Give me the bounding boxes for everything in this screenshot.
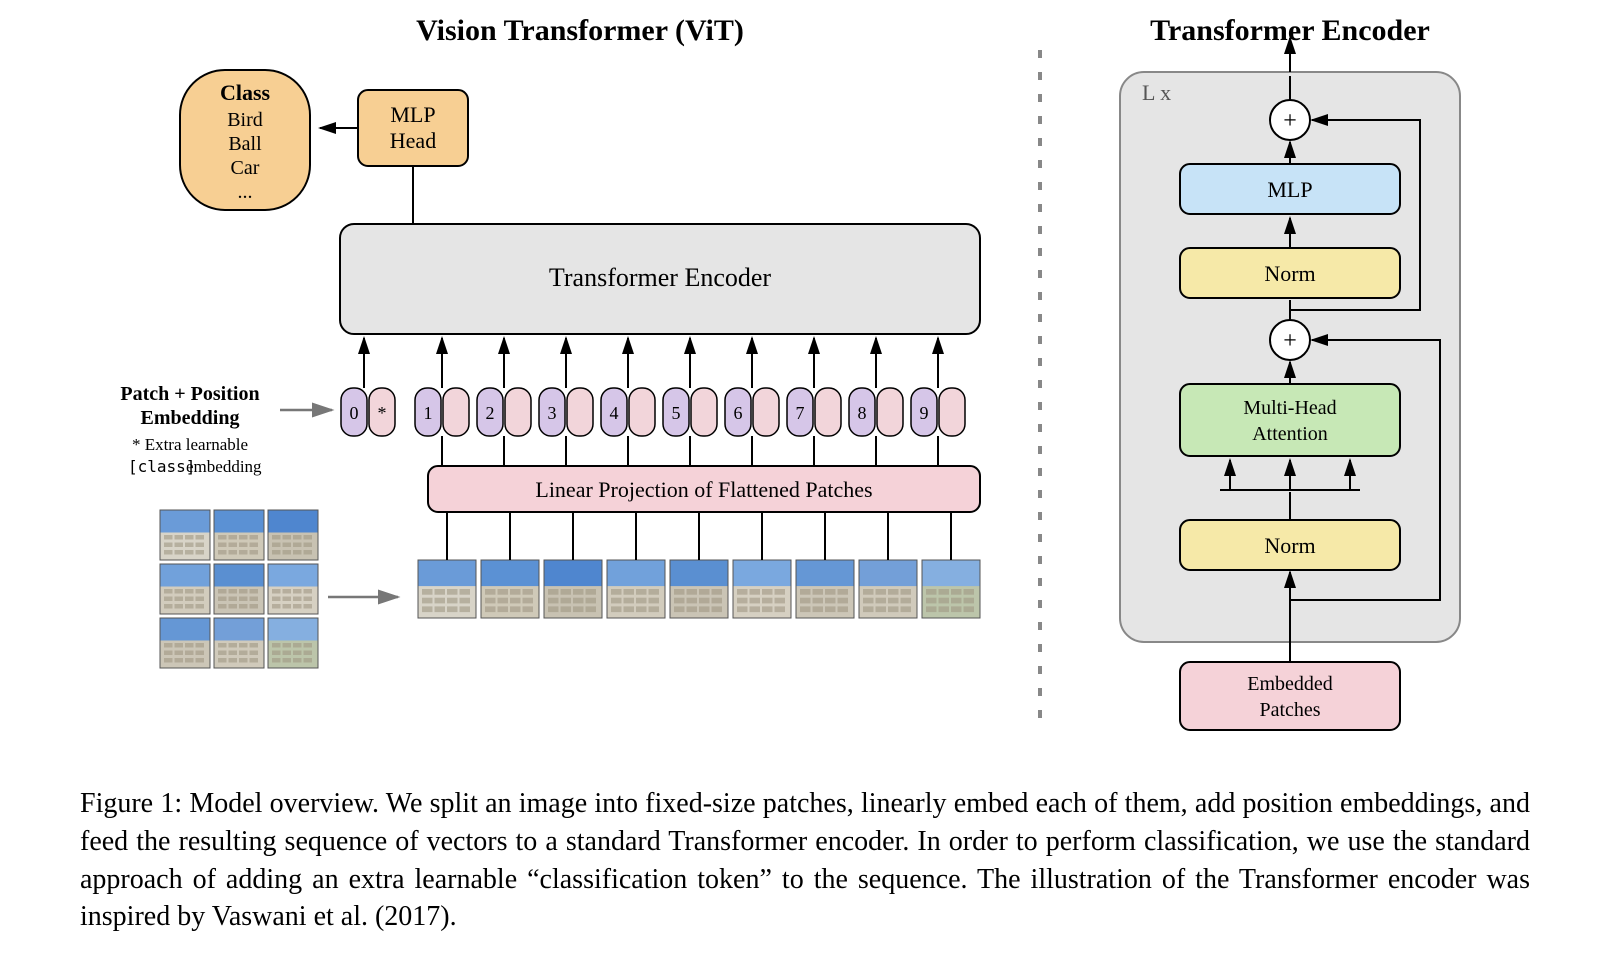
class-item-0: Bird	[227, 109, 263, 131]
token-pos-6	[753, 388, 779, 436]
grid-patch-4	[214, 564, 264, 614]
image-patches-row	[418, 512, 980, 618]
mlp-block: MLP	[1180, 164, 1400, 214]
svg-text:9: 9	[920, 403, 929, 423]
patch-8	[922, 560, 980, 618]
lx-label: L x	[1142, 80, 1171, 105]
patch-7	[859, 560, 917, 618]
token-pos-7	[815, 388, 841, 436]
svg-text:MLP: MLP	[390, 102, 435, 127]
token-7: 7	[787, 388, 813, 436]
norm-block-top: Norm	[1180, 248, 1400, 298]
grid-patch-8	[268, 618, 318, 668]
token-pos-9	[939, 388, 965, 436]
embedded-patches-block: Embedded Patches	[1180, 662, 1400, 730]
svg-text:7: 7	[796, 403, 805, 423]
svg-text:8: 8	[858, 403, 867, 423]
grid-patch-5	[268, 564, 318, 614]
svg-text:Embedding: Embedding	[141, 407, 240, 429]
svg-text:* Extra learnable: * Extra learnable	[132, 435, 248, 454]
svg-text:*: *	[378, 403, 387, 423]
token-pos-5	[691, 388, 717, 436]
residual-add-top: +	[1270, 100, 1310, 140]
token-pos-3	[567, 388, 593, 436]
figure-caption: Figure 1: Model overview. We split an im…	[80, 785, 1530, 936]
svg-text:Multi-Head: Multi-Head	[1243, 397, 1336, 419]
linear-projection-box: Linear Projection of Flattened Patches	[428, 466, 980, 512]
class-item-2: Car	[231, 157, 260, 179]
patch-2	[544, 560, 602, 618]
encoder-label: Transformer Encoder	[549, 263, 771, 292]
svg-text:Embedded: Embedded	[1247, 673, 1333, 695]
svg-text:MLP: MLP	[1267, 177, 1312, 202]
linear-proj-label: Linear Projection of Flattened Patches	[535, 477, 872, 502]
svg-text:+: +	[1283, 328, 1297, 354]
svg-text:Patches: Patches	[1259, 699, 1320, 721]
svg-text:1: 1	[424, 403, 433, 423]
token-6: 6	[725, 388, 751, 436]
token-pos-8	[877, 388, 903, 436]
grid-patch-6	[160, 618, 210, 668]
patch-0	[418, 560, 476, 618]
svg-text:embedding: embedding	[186, 457, 262, 476]
norm-block-bottom: Norm	[1180, 520, 1400, 570]
residual-add-bottom: +	[1270, 320, 1310, 360]
token-9: 9	[911, 388, 937, 436]
patch-4	[670, 560, 728, 618]
patch-6	[796, 560, 854, 618]
token-0: 0	[341, 388, 367, 436]
svg-text:Norm: Norm	[1264, 261, 1315, 286]
token-*: *	[369, 388, 395, 436]
token-embeddings-row: 0 * 1 2 3 4 5 6 7 8 9	[341, 338, 965, 466]
token-4: 4	[601, 388, 627, 436]
svg-text:4: 4	[610, 403, 619, 423]
mlp-head-box: MLP Head	[358, 90, 468, 166]
svg-text:Norm: Norm	[1264, 533, 1315, 558]
transformer-encoder-box: Transformer Encoder	[340, 224, 980, 334]
patch-1	[481, 560, 539, 618]
token-pos-1	[443, 388, 469, 436]
grid-patch-2	[268, 510, 318, 560]
svg-text:0: 0	[350, 403, 359, 423]
token-3: 3	[539, 388, 565, 436]
image-grid-3x3	[160, 510, 318, 668]
svg-text:5: 5	[672, 403, 681, 423]
class-output-box: Class Bird Ball Car ...	[180, 70, 310, 210]
multi-head-attention-block: Multi-Head Attention	[1180, 384, 1400, 456]
vit-title: Vision Transformer (ViT)	[416, 14, 744, 47]
class-item-1: Ball	[228, 133, 262, 155]
patch-3	[607, 560, 665, 618]
class-header: Class	[220, 80, 271, 105]
grid-patch-1	[214, 510, 264, 560]
svg-text:2: 2	[486, 403, 495, 423]
token-8: 8	[849, 388, 875, 436]
token-pos-2	[505, 388, 531, 436]
architecture-diagram: Vision Transformer (ViT) Class Bird Ball…	[0, 0, 1614, 780]
grid-patch-0	[160, 510, 210, 560]
svg-text:3: 3	[548, 403, 557, 423]
patch-position-label: Patch + Position Embedding * Extra learn…	[120, 383, 262, 476]
patch-5	[733, 560, 791, 618]
svg-text:Head: Head	[390, 128, 436, 153]
token-1: 1	[415, 388, 441, 436]
grid-patch-7	[214, 618, 264, 668]
svg-text:+: +	[1283, 108, 1297, 134]
svg-text:6: 6	[734, 403, 743, 423]
token-2: 2	[477, 388, 503, 436]
token-pos-4	[629, 388, 655, 436]
grid-patch-3	[160, 564, 210, 614]
class-item-3: ...	[238, 181, 253, 203]
token-5: 5	[663, 388, 689, 436]
svg-text:Attention: Attention	[1252, 423, 1328, 445]
svg-text:Patch + Position: Patch + Position	[120, 383, 259, 405]
